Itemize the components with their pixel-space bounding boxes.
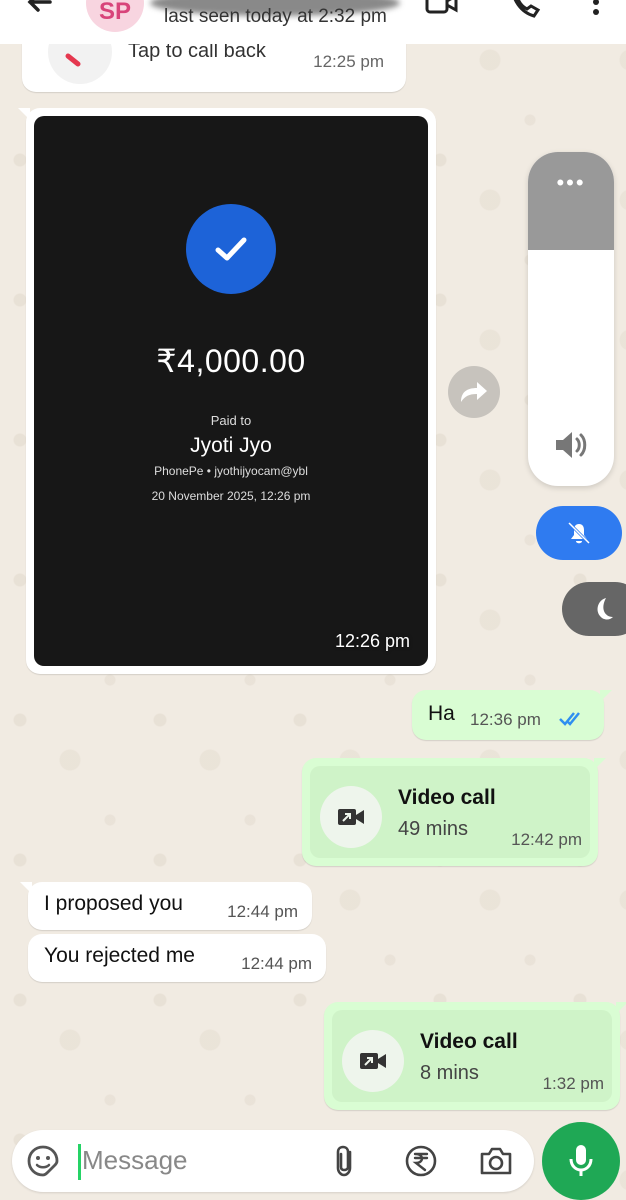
speaker-icon <box>556 432 587 458</box>
do-not-disturb-toggle[interactable] <box>562 582 626 636</box>
payee-details: PhonePe • jyothijyocam@ybl <box>154 464 308 478</box>
message-text: Ha <box>428 702 455 725</box>
message-time: 12:44 pm <box>227 902 298 921</box>
call-duration: 49 mins <box>398 818 469 840</box>
incoming-message[interactable]: You rejected me 12:44 pm <box>28 934 326 982</box>
forward-icon <box>461 382 487 402</box>
message-time: 12:42 pm <box>511 830 582 849</box>
bell-off-icon <box>567 521 591 545</box>
more-vert-icon[interactable] <box>578 0 614 22</box>
video-call-icon[interactable] <box>424 0 460 22</box>
text-cursor <box>78 1144 81 1180</box>
message-text: I proposed you <box>44 892 183 915</box>
sticker-icon[interactable] <box>26 1144 60 1178</box>
payment-receipt-image[interactable]: ₹4,000.00 Paid to Jyoti Jyo PhonePe • jy… <box>34 116 428 666</box>
voice-record-button[interactable] <box>542 1122 620 1200</box>
back-arrow-icon[interactable] <box>20 0 60 22</box>
more-options-icon[interactable]: ••• <box>528 170 614 196</box>
mute-toggle[interactable] <box>536 506 622 560</box>
microphone-icon <box>569 1145 593 1176</box>
message-composer <box>12 1130 534 1192</box>
moon-icon <box>597 598 613 620</box>
payment-amount: ₹4,000.00 <box>156 343 306 379</box>
payment-date: 20 November 2025, 12:26 pm <box>151 489 311 503</box>
avatar[interactable]: SP <box>86 0 144 32</box>
video-call-icon <box>342 1030 404 1092</box>
message-time: 1:32 pm <box>542 1074 604 1093</box>
check-icon <box>186 204 276 294</box>
payee-name: Jyoti Jyo <box>190 434 272 457</box>
forward-button[interactable] <box>448 366 500 418</box>
message-input[interactable] <box>82 1140 322 1180</box>
image-message-bubble[interactable]: ₹4,000.00 Paid to Jyoti Jyo PhonePe • jy… <box>18 108 436 674</box>
call-title: Video call <box>420 1030 518 1053</box>
video-call-bubble[interactable]: Video call 8 mins 1:32 pm <box>324 1002 626 1110</box>
video-call-icon <box>320 786 382 848</box>
last-seen-status: last seen today at 2:32 pm <box>164 6 387 27</box>
volume-slider-track[interactable] <box>528 152 614 250</box>
paid-to-label: Paid to <box>210 413 252 428</box>
paperclip-icon[interactable] <box>330 1144 360 1178</box>
read-ticks-icon <box>559 712 580 726</box>
chat-header: SP last seen today at 2:32 pm <box>0 0 626 44</box>
outgoing-message[interactable]: Ha 12:36 pm <box>412 690 612 740</box>
incoming-message[interactable]: I proposed you 12:44 pm <box>20 882 312 930</box>
volume-panel[interactable]: ••• <box>528 152 614 486</box>
camera-icon[interactable] <box>478 1145 514 1177</box>
message-time: 12:44 pm <box>241 954 312 973</box>
rupee-payment-icon[interactable] <box>404 1144 438 1178</box>
phone-icon[interactable] <box>506 0 542 22</box>
message-time: 12:25 pm <box>313 52 384 71</box>
message-text: You rejected me <box>44 944 195 967</box>
message-time: 12:26 pm <box>334 631 410 651</box>
call-duration: 8 mins <box>420 1062 479 1084</box>
message-time: 12:36 pm <box>470 710 541 729</box>
call-title: Video call <box>398 786 496 809</box>
video-call-bubble[interactable]: Video call 49 mins 12:42 pm <box>302 758 606 866</box>
